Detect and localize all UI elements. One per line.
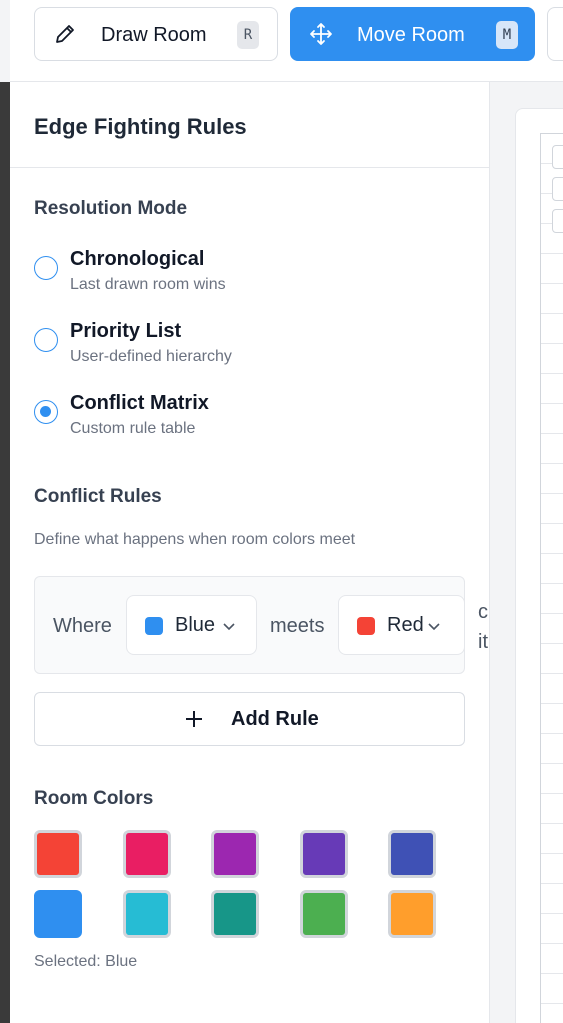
canvas-control-button[interactable] [552, 177, 563, 201]
draw-room-button[interactable]: Draw Room R [34, 7, 278, 61]
radio-title: Chronological [70, 248, 205, 270]
move-room-shortcut: M [496, 21, 518, 49]
canvas-control-button[interactable] [552, 145, 563, 169]
color-a-dropdown[interactable]: Blue [126, 595, 257, 655]
color-swatch [145, 617, 163, 635]
pencil-icon [56, 25, 74, 43]
plus-icon [186, 711, 202, 727]
move-arrows-icon [310, 23, 332, 45]
canvas-area [491, 82, 563, 1023]
canvas-control-button[interactable] [552, 209, 563, 233]
rule-overflow-text-2: it [478, 631, 488, 653]
radio-subtitle: Custom rule table [70, 420, 196, 437]
draw-room-label: Draw Room [101, 24, 207, 46]
conflict-rules-title: Conflict Rules [34, 486, 162, 507]
radio-conflict-matrix[interactable]: Conflict Matrix Custom rule table [34, 392, 454, 446]
radio-button[interactable] [34, 256, 58, 280]
room-color-swatch[interactable] [211, 830, 259, 878]
dropdown-label: Red [387, 614, 424, 636]
left-edge [0, 82, 10, 1023]
room-color-swatch[interactable] [34, 890, 82, 938]
rule-overflow-text: c [478, 601, 488, 623]
panel-title: Edge Fighting Rules [34, 114, 247, 139]
dropdown-label: Blue [175, 614, 216, 636]
panel-header: Edge Fighting Rules [10, 82, 490, 168]
rule-prefix: Where [53, 615, 112, 637]
room-colors-title: Room Colors [34, 788, 154, 809]
conflict-rule-row: Where Blue meets Red [34, 576, 465, 674]
chevron-down-icon [428, 623, 440, 631]
floor-plan-grid[interactable] [540, 133, 563, 1023]
selected-color-text: Selected: Blue [34, 953, 138, 970]
room-color-swatch[interactable] [34, 830, 82, 878]
toolbar: Draw Room R Move Room M [10, 0, 563, 82]
draw-room-shortcut: R [237, 21, 259, 49]
room-color-swatch[interactable] [388, 830, 436, 878]
next-tool-button[interactable] [547, 7, 563, 61]
radio-title: Conflict Matrix [70, 392, 209, 414]
move-room-button[interactable]: Move Room M [290, 7, 535, 61]
color-b-dropdown[interactable]: Red [338, 595, 465, 655]
edge-rules-panel: Edge Fighting Rules Resolution Mode Chro… [10, 82, 490, 1023]
conflict-rules-hint: Define what happens when room colors mee… [34, 531, 356, 548]
radio-chronological[interactable]: Chronological Last drawn room wins [34, 248, 454, 302]
radio-priority-list[interactable]: Priority List User-defined hierarchy [34, 320, 454, 374]
room-color-swatch[interactable] [299, 890, 348, 938]
radio-button[interactable] [34, 400, 58, 424]
resolution-mode-title: Resolution Mode [34, 198, 188, 219]
room-color-swatch[interactable] [388, 890, 436, 938]
room-color-swatch[interactable] [122, 830, 171, 878]
radio-title: Priority List [70, 320, 182, 342]
chevron-down-icon [223, 623, 235, 631]
radio-subtitle: Last drawn room wins [70, 276, 226, 293]
move-room-label: Move Room [357, 24, 465, 46]
canvas-card [515, 108, 563, 1023]
room-color-swatch[interactable] [211, 890, 259, 938]
radio-button[interactable] [34, 328, 58, 352]
rule-connector: meets [270, 615, 325, 637]
color-swatch [357, 617, 375, 635]
add-rule-button[interactable]: Add Rule [34, 692, 465, 746]
radio-subtitle: User-defined hierarchy [70, 348, 232, 365]
room-color-swatch[interactable] [299, 830, 348, 878]
add-rule-label: Add Rule [231, 708, 319, 730]
room-color-swatch[interactable] [122, 890, 171, 938]
